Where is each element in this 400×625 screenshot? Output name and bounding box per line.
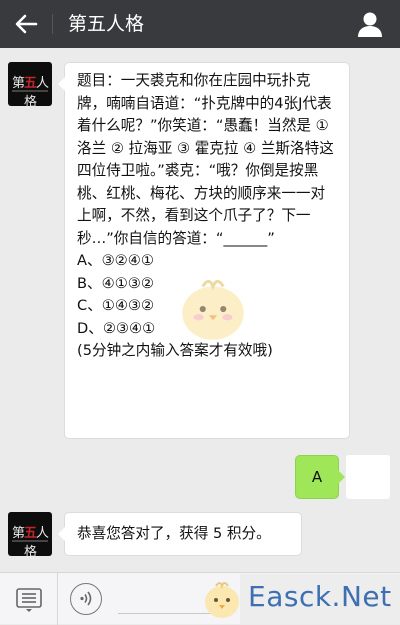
chick-sticker-icon [205, 582, 239, 618]
menu-icon[interactable] [14, 584, 44, 614]
profile-icon[interactable] [354, 8, 386, 40]
account-avatar-reply[interactable]: 第五人格 [8, 512, 52, 556]
chat-title: 第五人格 [68, 13, 145, 35]
top-bar: 第五人格 [0, 0, 400, 48]
question-text: 题目：一天裘克和你在庄园中玩扑克牌，喃喃自语道：“扑克牌中的4张J代表着什么呢？… [77, 72, 334, 247]
account-avatar[interactable]: 第五人格 [8, 62, 52, 106]
reply-message-bubble[interactable]: 恭喜您答对了，获得 5 积分。 [58, 512, 302, 556]
site-watermark: Easck.Net [248, 580, 392, 613]
back-arrow-icon[interactable] [8, 6, 44, 42]
input-divider [57, 573, 58, 625]
reply-text: 恭喜您答对了，获得 5 积分。 [77, 525, 271, 542]
voice-icon [80, 591, 92, 606]
account-logo: 第五人格 [11, 76, 49, 106]
logo-underline-reply [12, 540, 48, 542]
sent-message-bubble[interactable]: A [295, 455, 345, 499]
account-logo-reply: 第五人格 [11, 526, 49, 556]
logo-underline [12, 90, 48, 92]
voice-button[interactable] [70, 583, 102, 615]
header-divider [52, 14, 53, 34]
chick-mascot-watermark [182, 279, 244, 340]
question-message-bubble[interactable]: 题目：一天裘克和你在庄园中玩扑克牌，喃喃自语道：“扑克牌中的4张J代表着什么呢？… [58, 62, 350, 439]
user-avatar[interactable] [346, 455, 390, 499]
